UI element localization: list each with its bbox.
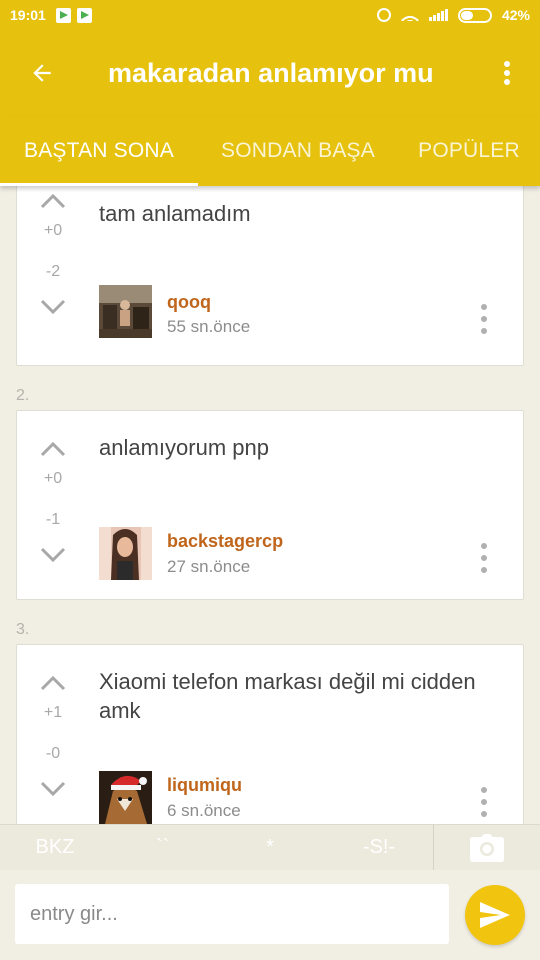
author-name[interactable]: backstagercp — [167, 531, 283, 552]
entry-time: 55 sn.önce — [167, 317, 251, 336]
entry-text: anlamıyorum pnp — [99, 435, 269, 460]
camera-button[interactable] — [433, 824, 540, 871]
upvote-count: +0 — [43, 470, 63, 487]
battery-percent: 42% — [501, 7, 530, 23]
send-button[interactable] — [465, 885, 525, 945]
downvote-count: -0 — [45, 745, 61, 762]
alarm-icon — [376, 8, 391, 22]
compose-area — [0, 870, 540, 960]
format-toolbar: BKZ `` * -S!- — [0, 824, 540, 871]
spoiler-button[interactable]: -S!- — [325, 825, 433, 871]
tab-populer[interactable]: POPÜLER — [398, 116, 540, 186]
upvote-count: +1 — [43, 704, 63, 721]
star-button[interactable]: * — [215, 825, 325, 871]
more-vert-icon — [504, 61, 510, 85]
vote-column: +0 -1 — [37, 437, 69, 567]
wifi-icon — [400, 9, 419, 21]
downvote-count: -1 — [45, 511, 61, 528]
downvote-icon[interactable] — [37, 777, 69, 801]
tab-bastan-sona[interactable]: BAŞTAN SONA — [0, 116, 198, 186]
entry-card: +0 -1 anlamıyorum pnp backstagercp 27 sn… — [16, 410, 524, 600]
vote-column: +1 -0 — [37, 671, 69, 801]
avatar[interactable] — [99, 285, 152, 338]
entry-number: 2. — [16, 387, 30, 404]
downvote-icon[interactable] — [37, 543, 69, 567]
status-bar: 19:01 42% — [0, 0, 540, 30]
entry-menu-button[interactable] — [477, 787, 491, 817]
author-name[interactable]: liqumiqu — [167, 775, 242, 796]
tab-sondan-basa[interactable]: SONDAN BAŞA — [198, 116, 398, 186]
entry-menu-button[interactable] — [477, 543, 491, 573]
send-icon — [480, 902, 510, 928]
app-bar: makaradan anlamıyor mu — [0, 30, 540, 116]
entry-text: tam anlamadım — [99, 201, 251, 226]
arrow-back-icon — [33, 64, 51, 82]
battery-icon — [457, 7, 492, 23]
entry-input[interactable] — [15, 884, 449, 944]
downvote-count: -2 — [45, 263, 61, 280]
quote-button[interactable]: `` — [110, 825, 215, 871]
author-name[interactable]: qooq — [167, 292, 211, 313]
entry-time: 6 sn.önce — [167, 801, 241, 820]
vote-column: +0 -2 — [37, 189, 69, 319]
bkz-button[interactable]: BKZ — [0, 825, 110, 871]
play-store-icon — [55, 7, 71, 23]
entry-number: 3. — [16, 621, 30, 638]
entry-card: +0 -2 tam anlamadım qooq 55 sn.önce — [16, 186, 524, 366]
play-store-icon — [76, 7, 92, 23]
downvote-icon[interactable] — [37, 295, 69, 319]
avatar[interactable] — [99, 771, 152, 824]
camera-icon — [470, 833, 504, 862]
upvote-count: +0 — [43, 222, 63, 239]
tab-bar: BAŞTAN SONA SONDAN BAŞA POPÜLER — [0, 116, 540, 186]
entry-time: 27 sn.önce — [167, 557, 251, 576]
back-button[interactable] — [0, 30, 84, 116]
entry-text: Xiaomi telefon markası değil mi cidden a… — [99, 669, 476, 723]
entry-list[interactable]: +0 -2 tam anlamadım qooq 55 sn.önce 2. +… — [0, 186, 540, 824]
entry-card: +1 -0 Xiaomi telefon markası değil mi ci… — [16, 644, 524, 824]
status-time: 19:01 — [10, 7, 46, 23]
overflow-menu-button[interactable] — [474, 30, 540, 116]
upvote-icon[interactable] — [37, 437, 69, 461]
avatar[interactable] — [99, 527, 152, 580]
page-title: makaradan anlamıyor mu — [108, 57, 434, 88]
upvote-icon[interactable] — [37, 189, 69, 213]
upvote-icon[interactable] — [37, 671, 69, 695]
entry-menu-button[interactable] — [477, 304, 491, 334]
signal-icon — [428, 9, 448, 21]
